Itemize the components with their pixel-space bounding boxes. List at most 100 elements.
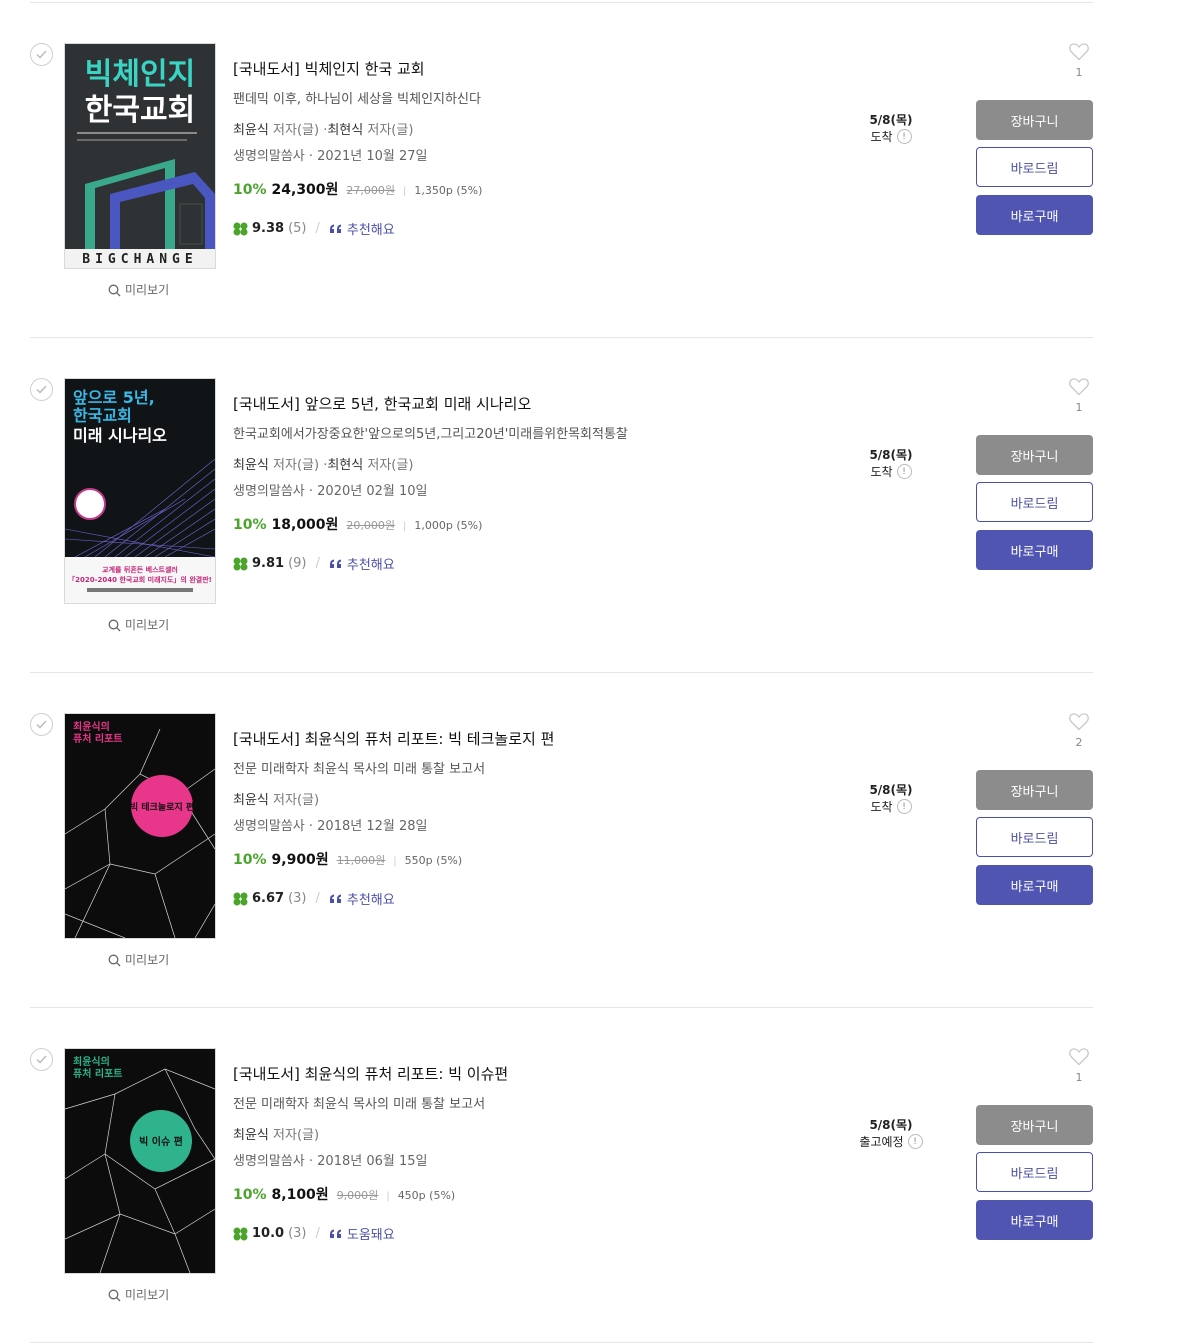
review-count: (3) <box>288 891 307 906</box>
book-title[interactable]: [국내도서] 앞으로 5년, 한국교회 미래 시나리오 <box>233 393 531 414</box>
buy-now-button[interactable]: 바로구매 <box>976 1200 1093 1240</box>
price-row: 10% 8,100원 9,000원 | 450p (5%) <box>233 1184 455 1204</box>
sale-price: 24,300원 <box>271 182 339 198</box>
delivery-status: 도착 <box>870 130 893 144</box>
book-subtitle: 한국교회에서가장중요한'앞으로의5년,그리고20년'미래를위한목회적통찰 <box>233 427 628 442</box>
rating-row: 6.67 (3) / 추천해요 <box>233 889 395 908</box>
reward-points: 1,000p (5%) <box>414 519 483 532</box>
reward-points: 450p (5%) <box>397 1189 456 1202</box>
quote-icon <box>329 894 341 903</box>
wishlist-button[interactable] <box>1069 378 1089 400</box>
original-price: 27,000원 <box>346 184 396 197</box>
wishlist-button[interactable] <box>1069 43 1089 65</box>
book-subtitle: 전문 미래학자 최윤식 목사의 미래 통찰 보고서 <box>233 762 486 777</box>
author-role: 저자(글) <box>367 458 414 473</box>
preview-link[interactable]: 미리보기 <box>108 283 169 297</box>
select-checkbox[interactable] <box>30 43 53 66</box>
original-price: 20,000원 <box>346 519 396 532</box>
preview-link[interactable]: 미리보기 <box>108 618 169 632</box>
wish-count: 1 <box>1075 401 1083 414</box>
discount-rate: 10% <box>233 1187 267 1203</box>
wishlist-button[interactable] <box>1069 713 1089 735</box>
cart-button[interactable]: 장바구니 <box>976 100 1093 140</box>
author-name[interactable]: 최윤식 <box>233 793 269 808</box>
author-name[interactable]: 최윤식 <box>233 1128 269 1143</box>
discount-rate: 10% <box>233 517 267 533</box>
cart-button[interactable]: 장바구니 <box>976 770 1093 810</box>
book-subtitle: 팬데믹 이후, 하나님이 세상을 빅체인지하신다 <box>233 92 481 107</box>
discount-rate: 10% <box>233 182 267 198</box>
author-name[interactable]: 최현식 <box>327 123 363 138</box>
check-icon <box>36 50 47 59</box>
info-icon[interactable]: ! <box>896 129 912 144</box>
info-icon[interactable]: ! <box>896 799 912 814</box>
book-cover[interactable]: 앞으로 5년, 한국교회 미래 시나리오 교계를 뒤흔든 베스트셀러 「2020… <box>64 378 216 604</box>
book-authors: 최윤식 저자(글) <box>233 789 319 808</box>
review-score: 10.0 <box>252 1226 285 1241</box>
barodream-button[interactable]: 바로드림 <box>976 817 1093 857</box>
book-subtitle: 전문 미래학자 최윤식 목사의 미래 통찰 보고서 <box>233 1097 486 1112</box>
author-name[interactable]: 최윤식 <box>233 458 269 473</box>
delivery-status: 출고예정 <box>859 1135 904 1149</box>
book-authors: 최윤식 저자(글) <box>233 1124 319 1143</box>
publisher-date: 생명의말씀사 · 2020년 02월 10일 <box>233 484 428 499</box>
preview-link[interactable]: 미리보기 <box>108 953 169 967</box>
cover-title-line1: 최윤식의 <box>73 720 110 733</box>
info-icon[interactable]: ! <box>907 1134 923 1149</box>
cover-title-line2: 퓨처 리포트 <box>73 1067 122 1080</box>
review-tag[interactable]: 추천해요 <box>347 554 395 573</box>
magnifier-icon <box>108 619 121 631</box>
price-row: 10% 24,300원 27,000원 | 1,350p (5%) <box>233 179 482 199</box>
buy-now-button[interactable]: 바로구매 <box>976 865 1093 905</box>
book-title[interactable]: [국내도서] 최윤식의 퓨처 리포트: 빅 테크놀로지 편 <box>233 728 554 749</box>
book-title[interactable]: [국내도서] 빅체인지 한국 교회 <box>233 58 425 79</box>
wish-count: 1 <box>1075 66 1083 79</box>
cart-button[interactable]: 장바구니 <box>976 1105 1093 1145</box>
rating-row: 9.38 (5) / 추천해요 <box>233 219 395 238</box>
heart-icon <box>1069 713 1089 731</box>
reward-points: 550p (5%) <box>404 854 463 867</box>
select-checkbox[interactable] <box>30 1048 53 1071</box>
cover-band-line2: 「2020-2040 한국교회 미래지도」의 완결판! <box>68 575 212 584</box>
check-icon <box>36 1055 47 1064</box>
barodream-button[interactable]: 바로드림 <box>976 147 1093 187</box>
clover-icon <box>233 557 248 570</box>
sale-price: 8,100원 <box>271 1187 329 1203</box>
select-checkbox[interactable] <box>30 378 53 401</box>
preview-label: 미리보기 <box>125 1288 170 1302</box>
select-checkbox[interactable] <box>30 713 53 736</box>
cart-button[interactable]: 장바구니 <box>976 435 1093 475</box>
cover-title-line2: 한국교회 <box>85 93 195 128</box>
cover-title-line1: 최윤식의 <box>73 1055 110 1068</box>
heart-icon <box>1069 378 1089 396</box>
review-tag[interactable]: 추천해요 <box>347 219 395 238</box>
book-cover[interactable]: 최윤식의 퓨처 리포트 빅 테크놀로지 편 <box>64 713 216 939</box>
book-title[interactable]: [국내도서] 최윤식의 퓨처 리포트: 빅 이슈편 <box>233 1063 508 1084</box>
author-name[interactable]: 최현식 <box>327 458 363 473</box>
review-tag[interactable]: 추천해요 <box>347 889 395 908</box>
author-role: 저자(글) <box>273 123 320 138</box>
author-role: 저자(글) <box>273 1128 320 1143</box>
book-cover[interactable]: 최윤식의 퓨처 리포트 빅 이슈 편 <box>64 1048 216 1274</box>
barodream-button[interactable]: 바로드림 <box>976 482 1093 522</box>
author-role: 저자(글) <box>367 123 414 138</box>
original-price: 11,000원 <box>336 854 386 867</box>
cover-circle-text: 빅 이슈 편 <box>139 1135 183 1148</box>
preview-link[interactable]: 미리보기 <box>108 1288 169 1302</box>
wishlist-button[interactable] <box>1069 1048 1089 1070</box>
preview-label: 미리보기 <box>125 618 170 632</box>
divider <box>30 1342 1093 1343</box>
info-icon[interactable]: ! <box>896 464 912 479</box>
buy-now-button[interactable]: 바로구매 <box>976 195 1093 235</box>
review-count: (3) <box>288 1226 307 1241</box>
cover-band-line1: 교계를 뒤흔든 베스트셀러 <box>102 565 178 574</box>
buy-now-button[interactable]: 바로구매 <box>976 530 1093 570</box>
review-tag[interactable]: 도움돼요 <box>347 1224 395 1243</box>
barodream-button[interactable]: 바로드림 <box>976 1152 1093 1192</box>
book-cover[interactable]: 빅체인지 한국교회 BIGCHANGE <box>64 43 216 269</box>
book-item: 최윤식의 퓨처 리포트 빅 이슈 편 미리보기 [국내도서] 최윤식의 퓨처 리… <box>0 1008 1192 1343</box>
original-price: 9,000원 <box>336 1189 379 1202</box>
quote-icon <box>329 1229 341 1238</box>
delivery-date: 5/8(목) <box>869 448 913 462</box>
author-name[interactable]: 최윤식 <box>233 123 269 138</box>
